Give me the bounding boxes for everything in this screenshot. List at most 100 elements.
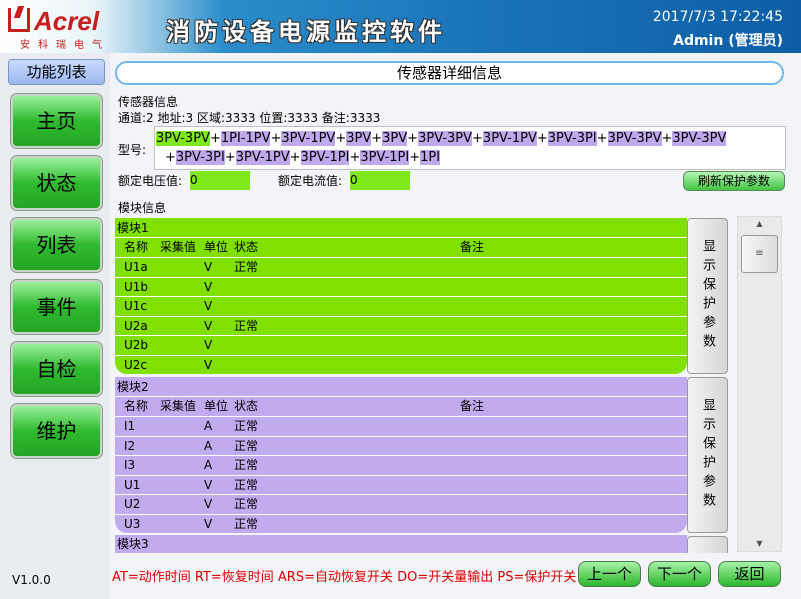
scroll-down-arrow-icon[interactable]: ▼ [738, 537, 781, 551]
model-segment: 1PI [420, 150, 440, 165]
refresh-protection-button[interactable]: 刷新保护参数 [683, 171, 785, 191]
current-user: Admin (管理员) [673, 30, 783, 50]
row-status: 正常 [234, 437, 258, 455]
rated-current-label: 额定电流值: [278, 172, 342, 189]
row-unit: V [204, 297, 212, 315]
model-field: 3PV-3PV+1PI-1PV+3PV-1PV+3PV+3PV+3PV-3PV+… [154, 126, 786, 170]
sensor-section-label: 传感器信息 [118, 93, 178, 110]
model-separator: + [349, 150, 360, 165]
table-row: U2cV [115, 355, 687, 375]
row-unit: V [204, 476, 212, 494]
model-segment: 3PV-1PV [236, 150, 290, 165]
table-row: U2b V [115, 335, 687, 355]
next-button[interactable]: 下一个 [648, 561, 711, 587]
model-separator: + [210, 131, 221, 146]
header-value: 采集值 [160, 397, 196, 414]
model-segment: 1PI-1PV [221, 131, 271, 146]
model-label: 型号: [118, 141, 146, 158]
table-row: U1c V [115, 296, 687, 316]
row-name: U2c [124, 356, 147, 374]
row-name: U2a [124, 317, 148, 335]
table-row: U2aV正常 [115, 316, 687, 336]
model-segment: 3PV-3PI [176, 150, 225, 165]
model-segment: 3PV-3PV [608, 131, 662, 146]
menu-maintenance-button[interactable]: 维护 [11, 404, 102, 458]
header-bar: Acrel 安科瑞电气 消防设备电源监控软件 2017/7/3 17:22:45… [0, 0, 801, 53]
header-status: 状态 [234, 238, 258, 255]
module-1: 模块1 名称 采集值 单位 状态 备注 U1aV正常U1bVU1cVU2aV正常… [115, 218, 687, 374]
table-row: U1a V 正常 [115, 257, 687, 277]
menu-home-button[interactable]: 主页 [11, 94, 102, 148]
previous-button[interactable]: 上一个 [578, 561, 641, 587]
model-segment: 3PV-1PI [360, 150, 409, 165]
row-name: I1 [124, 417, 135, 435]
model-line-1: 3PV-3PV+1PI-1PV+3PV-1PV+3PV+3PV+3PV-3PV+… [156, 129, 726, 148]
module-table-header: 名称 采集值 单位 状态 备注 [115, 396, 687, 415]
header-note: 备注 [460, 397, 484, 414]
model-segment: 3PV-3PV [672, 131, 726, 146]
sidebar: 功能列表 主页 状态 列表 事件 自检 维护 V1.0.0 [0, 53, 110, 599]
datetime-display: 2017/7/3 17:22:45 [653, 9, 783, 25]
module-title: 模块1 [117, 219, 149, 236]
row-name: U1c [124, 297, 147, 315]
rated-voltage-label: 额定电压值: [118, 172, 182, 189]
menu-selftest-button[interactable]: 自检 [11, 342, 102, 396]
sidebar-title: 功能列表 [8, 59, 105, 85]
table-row: U3V正常 [115, 514, 687, 534]
row-unit: A [204, 437, 212, 455]
back-button[interactable]: 返回 [718, 561, 781, 587]
model-separator: + [472, 131, 483, 146]
row-name: U2 [124, 495, 140, 513]
row-name: U2b [124, 336, 148, 354]
model-segment: 3PV [382, 131, 407, 146]
header-value: 采集值 [160, 238, 196, 255]
menu-list-button[interactable]: 列表 [11, 218, 102, 272]
version-label: V1.0.0 [12, 573, 51, 587]
model-separator: + [225, 150, 236, 165]
menu-events-button[interactable]: 事件 [11, 280, 102, 334]
row-unit: V [204, 258, 212, 276]
main-panel: 传感器详细信息 传感器信息 通道:2 地址:3 区域:3333 位置:3333 … [110, 53, 801, 599]
model-separator: + [537, 131, 548, 146]
app-title: 消防设备电源监控软件 [166, 12, 446, 47]
module-table-header: 名称 采集值 单位 状态 备注 [115, 237, 687, 256]
model-segment: 3PV-3PV [156, 131, 210, 146]
table-row: I3A正常 [115, 455, 687, 475]
menu-status-button[interactable]: 状态 [11, 156, 102, 210]
header-name: 名称 [124, 238, 148, 255]
row-status: 正常 [234, 417, 258, 435]
model-separator: + [409, 150, 420, 165]
show-protection-params-button[interactable] [687, 536, 728, 553]
page-title: 传感器详细信息 [115, 61, 784, 85]
row-unit: V [204, 495, 212, 513]
row-name: U1a [124, 258, 148, 276]
model-segment: 3PV-3PI [548, 131, 597, 146]
module-3: 模块3 [115, 535, 687, 553]
header-unit: 单位 [204, 238, 228, 255]
row-unit: V [204, 336, 212, 354]
row-name: U1b [124, 278, 148, 296]
show-protection-params-button[interactable]: 显示保护参数 [687, 377, 728, 533]
row-status: 正常 [234, 456, 258, 474]
row-name: U1 [124, 476, 140, 494]
model-separator: + [371, 131, 382, 146]
logo-text: Acrel [34, 6, 99, 37]
scroll-thumb[interactable]: ≡ [741, 235, 778, 273]
show-protection-params-button[interactable]: 显示保护参数 [687, 218, 728, 374]
model-separator: + [270, 131, 281, 146]
model-separator: + [597, 131, 608, 146]
logo-subtitle: 安科瑞电气 [20, 36, 110, 51]
header-note: 备注 [460, 238, 484, 255]
header-status: 状态 [234, 397, 258, 414]
module-2: 模块2 名称 采集值 单位 状态 备注 I1A正常I2A正常I3A正常U1V正常… [115, 377, 687, 533]
modules-list: 模块1 名称 采集值 单位 状态 备注 U1aV正常U1bVU1cVU2aV正常… [115, 203, 735, 553]
modules-scrollbar[interactable]: ▲ ≡ ▼ [737, 216, 782, 552]
table-row: I1A正常 [115, 416, 687, 436]
model-segment: 3PV [346, 131, 371, 146]
model-separator: + [662, 131, 673, 146]
scroll-up-arrow-icon[interactable]: ▲ [738, 217, 781, 231]
row-status: 正常 [234, 258, 258, 276]
row-status: 正常 [234, 476, 258, 494]
model-separator: + [165, 150, 176, 165]
acrel-logo-mark-icon [8, 8, 30, 32]
